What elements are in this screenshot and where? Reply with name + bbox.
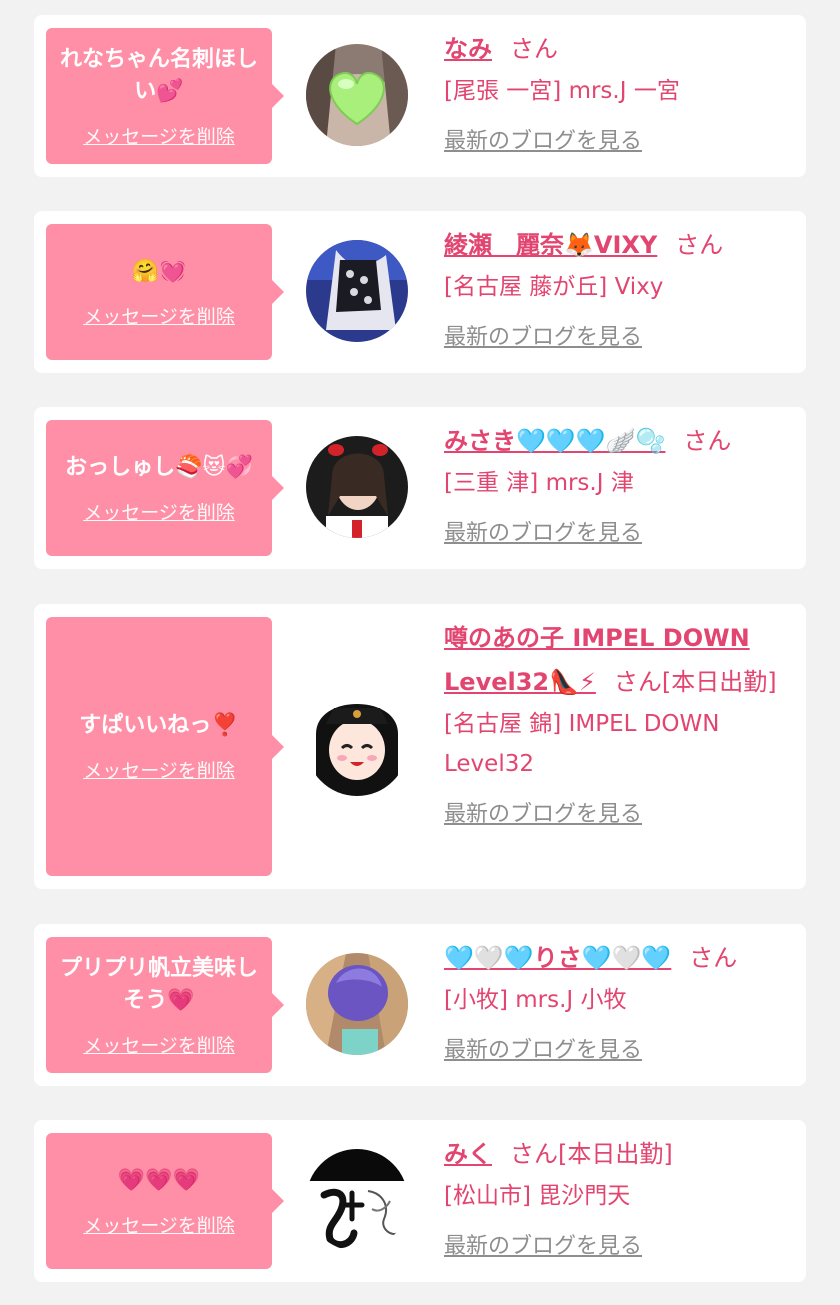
shop-text: [三重 津] mrs.J 津: [444, 470, 634, 496]
cast-name-link[interactable]: なみ: [444, 35, 492, 63]
message-text: プリプリ帆立美味しそう💗: [59, 955, 258, 1013]
heart-sticker-avatar: [306, 44, 408, 146]
message-text: 💗💗💗: [117, 1167, 201, 1193]
message-text: れなちゃん名刺ほしい💕: [59, 46, 258, 104]
message-card: れなちゃん名刺ほしい💕 メッセージを削除 なみ さん [尾張 一宮] mrs.J …: [34, 15, 806, 177]
avatar[interactable]: [306, 953, 408, 1055]
cast-name-link[interactable]: 綾瀬 麗奈🦊VIXY: [444, 231, 657, 259]
lace-outfit-avatar: [306, 240, 408, 342]
delete-message-link[interactable]: メッセージを削除: [83, 1031, 235, 1058]
cast-name-line: なみ さん: [444, 27, 794, 71]
avatar[interactable]: [306, 436, 408, 538]
message-bubble: すぱいいねっ❣️ メッセージを削除: [46, 617, 284, 876]
status-text: [本日出勤]: [661, 668, 777, 696]
cast-name-link[interactable]: みく: [444, 1140, 492, 1168]
honorific: さん: [689, 944, 738, 972]
message-bubble: 💗💗💗 メッセージを削除: [46, 1133, 284, 1269]
cast-info: 🩵🤍🩵りさ🩵🤍🩵 さん [小牧] mrs.J 小牧 最新のブログを見る: [444, 936, 794, 1064]
message-list: れなちゃん名刺ほしい💕 メッセージを削除 なみ さん [尾張 一宮] mrs.J …: [0, 0, 840, 1305]
cast-name-link[interactable]: 🩵🤍🩵りさ🩵🤍🩵: [444, 944, 671, 972]
honorific: さん: [683, 427, 732, 455]
blog-link[interactable]: 最新のブログを見る: [444, 515, 642, 547]
cast-name-line: 噂のあの子 IMPEL DOWN Level32👠⚡ さん[本日出勤]: [444, 616, 794, 704]
avatar[interactable]: [306, 240, 408, 342]
delete-message-link[interactable]: メッセージを削除: [83, 498, 235, 525]
honorific: さん: [510, 35, 558, 63]
message-card: 🤗💓 メッセージを削除 綾瀬 麗奈🦊VIXY さん [名古屋 藤が丘] Vixy …: [34, 211, 806, 373]
message-bubble: おっしゅし🍣😻💞 メッセージを削除: [46, 420, 284, 556]
message-bubble: 🤗💓 メッセージを削除: [46, 224, 284, 360]
avatar[interactable]: [306, 44, 408, 146]
masked-face-avatar: [306, 953, 408, 1055]
blog-link[interactable]: 最新のブログを見る: [444, 123, 642, 155]
shop-text: [名古屋 錦] IMPEL DOWN Level32: [444, 711, 720, 777]
avatar[interactable]: [306, 1149, 408, 1251]
message-card: おっしゅし🍣😻💞 メッセージを削除 みさき🩵🩵🩵🪽🫧 さん [三重 津] mrs.…: [34, 407, 806, 569]
blog-link[interactable]: 最新のブログを見る: [444, 796, 642, 828]
message-text: おっしゅし🍣😻💞: [65, 454, 253, 480]
delete-message-link[interactable]: メッセージを削除: [83, 756, 235, 783]
delete-message-link[interactable]: メッセージを削除: [83, 122, 235, 149]
honorific: さん: [510, 1140, 558, 1168]
avatar[interactable]: [306, 694, 408, 796]
cast-name-link[interactable]: みさき🩵🩵🩵🪽🫧: [444, 427, 665, 455]
status-text: [本日出勤]: [558, 1140, 673, 1168]
cast-name-line: みさき🩵🩵🩵🪽🫧 さん: [444, 419, 794, 463]
blog-link[interactable]: 最新のブログを見る: [444, 1228, 642, 1260]
honorific: さん: [613, 668, 662, 696]
delete-message-link[interactable]: メッセージを削除: [83, 302, 235, 329]
cast-name-line: 🩵🤍🩵りさ🩵🤍🩵 さん: [444, 936, 794, 980]
shop-text: [名古屋 藤が丘] Vixy: [444, 274, 664, 300]
message-bubble: れなちゃん名刺ほしい💕 メッセージを削除: [46, 28, 284, 164]
cast-info: みく さん[本日出勤] [松山市] 毘沙門天 最新のブログを見る: [444, 1132, 794, 1260]
message-card: プリプリ帆立美味しそう💗 メッセージを削除 🩵🤍🩵りさ🩵🤍🩵 さん [小牧] mr…: [34, 924, 806, 1086]
shop-text: [小牧] mrs.J 小牧: [444, 987, 627, 1013]
blog-link[interactable]: 最新のブログを見る: [444, 319, 642, 351]
cast-name-line: みく さん[本日出勤]: [444, 1132, 794, 1176]
shop-text: [松山市] 毘沙門天: [444, 1183, 631, 1209]
cast-info: なみ さん [尾張 一宮] mrs.J 一宮 最新のブログを見る: [444, 27, 794, 155]
honorific: さん: [675, 231, 724, 259]
delete-message-link[interactable]: メッセージを削除: [83, 1211, 235, 1238]
illustrated-police-girl-avatar: [306, 694, 408, 796]
calligraphy-logo-avatar: [306, 1149, 408, 1251]
message-card: 💗💗💗 メッセージを削除 みく さん[本日出勤] [松山市] 毘沙門天 最新のブロ…: [34, 1120, 806, 1282]
message-bubble: プリプリ帆立美味しそう💗 メッセージを削除: [46, 937, 284, 1073]
selfie-avatar: [306, 436, 408, 538]
blog-link[interactable]: 最新のブログを見る: [444, 1032, 642, 1064]
cast-info: みさき🩵🩵🩵🪽🫧 さん [三重 津] mrs.J 津 最新のブログを見る: [444, 419, 794, 547]
cast-info: 綾瀬 麗奈🦊VIXY さん [名古屋 藤が丘] Vixy 最新のブログを見る: [444, 223, 794, 351]
shop-text: [尾張 一宮] mrs.J 一宮: [444, 78, 680, 104]
cast-info: 噂のあの子 IMPEL DOWN Level32👠⚡ さん[本日出勤] [名古屋 …: [444, 616, 794, 828]
message-card: すぱいいねっ❣️ メッセージを削除 噂のあの子 IMPEL DOWN Level…: [34, 604, 806, 889]
cast-name-line: 綾瀬 麗奈🦊VIXY さん: [444, 223, 794, 267]
message-text: 🤗💓: [131, 258, 187, 284]
message-text: すぱいいねっ❣️: [79, 713, 239, 738]
